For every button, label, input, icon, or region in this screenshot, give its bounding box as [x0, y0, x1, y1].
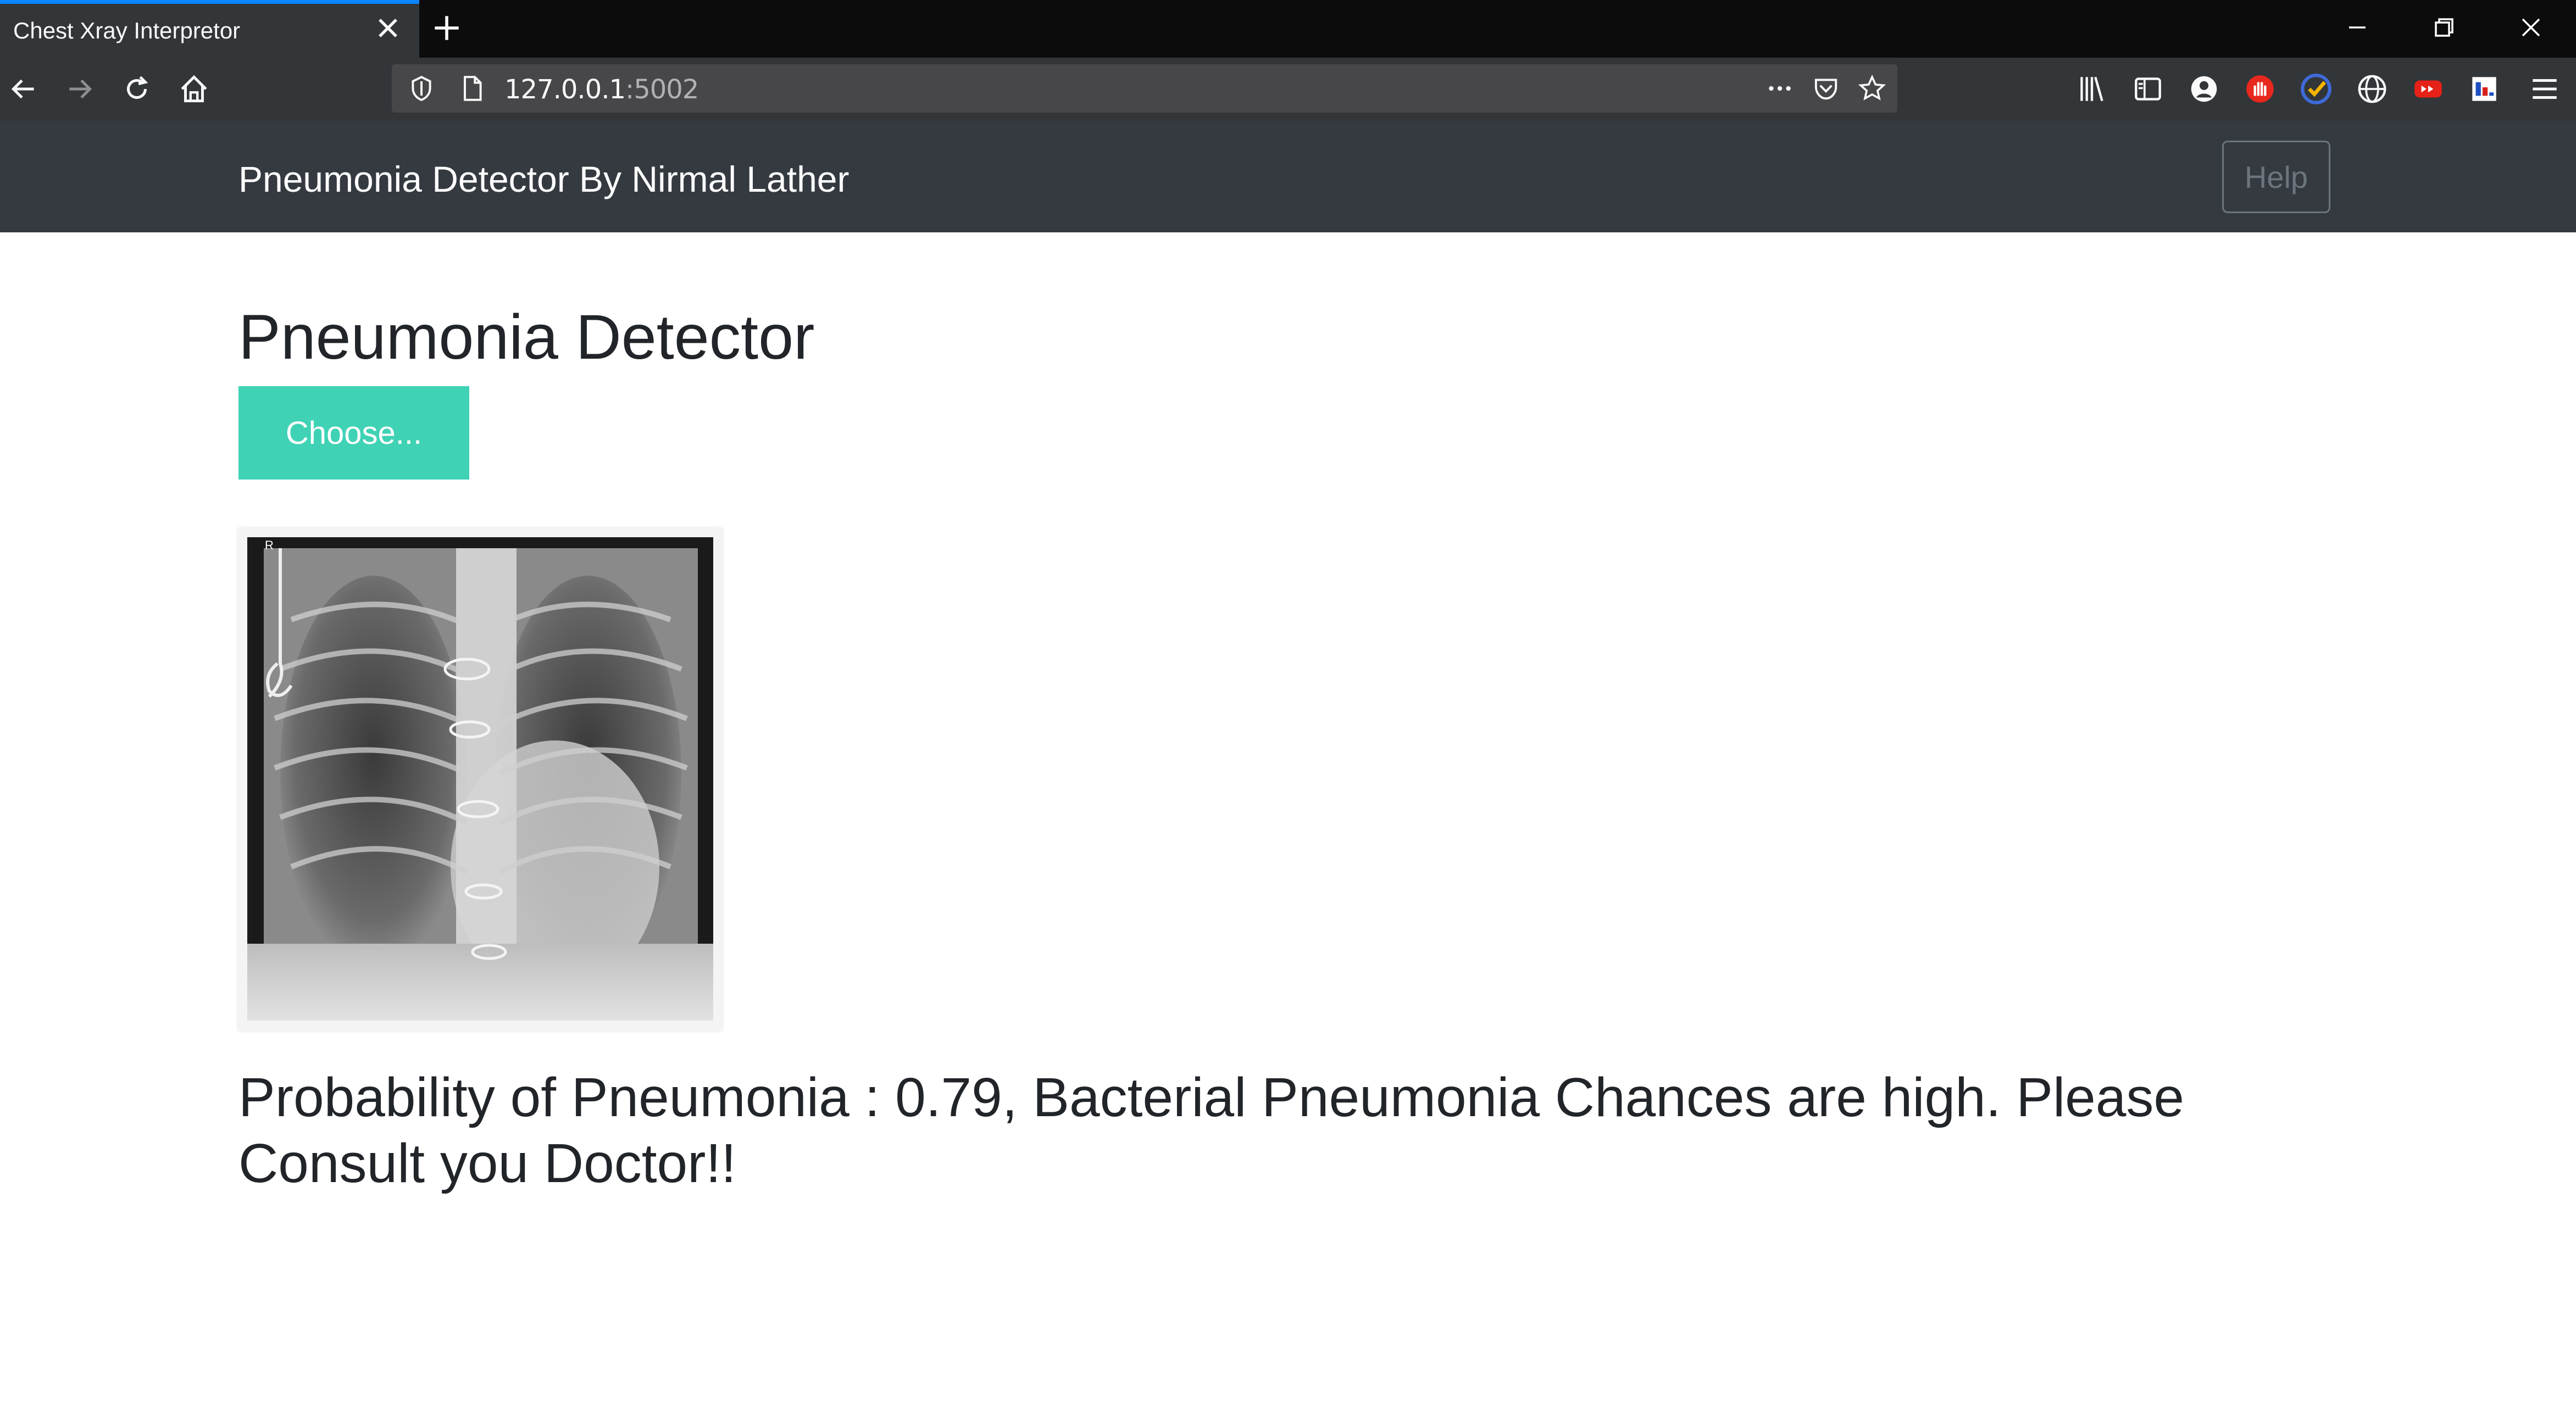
home-icon[interactable]: [177, 72, 211, 106]
browser-tab-strip: Chest Xray Interpretor: [0, 0, 2576, 58]
reload-icon[interactable]: [120, 72, 154, 106]
check-extension-icon[interactable]: [2299, 72, 2333, 106]
tab-title: Chest Xray Interpretor: [13, 18, 241, 43]
browser-toolbar: 127.0.0.1:5002: [0, 58, 2576, 121]
page-icon[interactable]: [458, 74, 486, 103]
menu-icon[interactable]: [2528, 72, 2562, 106]
plus-icon[interactable]: [430, 11, 464, 45]
browser-tab[interactable]: Chest Xray Interpretor: [0, 0, 419, 58]
pocket-icon[interactable]: [1812, 74, 1840, 103]
url-host: 127.0.0.1: [504, 74, 626, 105]
choose-file-button[interactable]: Choose...: [238, 386, 469, 480]
prediction-result: Probability of Pneumonia : 0.79, Bacteri…: [238, 1067, 2185, 1194]
hand-stop-icon[interactable]: [2243, 72, 2277, 106]
xray-image-preview: R: [238, 528, 722, 1030]
forward-icon[interactable]: [63, 72, 97, 106]
globe-icon[interactable]: [2355, 72, 2389, 106]
back-icon[interactable]: [7, 72, 41, 106]
star-icon[interactable]: [1858, 74, 1886, 103]
url-text[interactable]: 127.0.0.1:5002: [504, 74, 699, 105]
url-bar[interactable]: 127.0.0.1:5002: [392, 64, 1897, 113]
app-navbar: Pneumonia Detector By Nirmal Lather Help: [0, 121, 2576, 232]
svg-text:R: R: [265, 538, 274, 552]
chest-xray-image: R: [247, 537, 713, 1021]
more-icon[interactable]: [1766, 74, 1794, 103]
youtube-extension-icon[interactable]: [2411, 72, 2445, 106]
restore-icon[interactable]: [2428, 11, 2461, 44]
shield-icon[interactable]: [407, 74, 436, 103]
page-title: Pneumonia Detector: [238, 302, 815, 372]
flag-extension-icon[interactable]: [2467, 72, 2501, 106]
help-button[interactable]: Help: [2222, 141, 2330, 213]
sidebar-icon[interactable]: [2131, 72, 2165, 106]
close-icon[interactable]: [2514, 11, 2547, 44]
navbar-brand[interactable]: Pneumonia Detector By Nirmal Lather: [238, 158, 850, 200]
library-icon[interactable]: [2075, 72, 2109, 106]
account-icon[interactable]: [2187, 72, 2221, 106]
url-port: :5002: [625, 74, 699, 105]
minimize-icon[interactable]: [2341, 11, 2374, 44]
close-icon[interactable]: [371, 12, 404, 44]
